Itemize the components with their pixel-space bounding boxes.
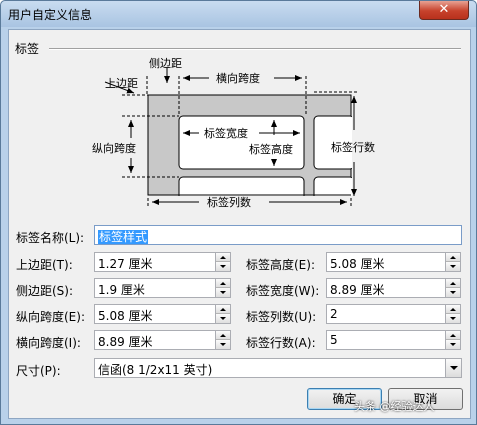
label-height-spinner[interactable] [445, 252, 461, 272]
spin-down-icon[interactable] [446, 288, 460, 297]
diagram-horizontal-pitch: 横向跨度 [216, 71, 260, 85]
watermark: 头条 @经验达人 [354, 400, 435, 413]
spin-down-icon[interactable] [216, 262, 230, 271]
label-columns-label: 标签列数(U): [246, 310, 317, 324]
top-margin-label: 上边距(T): [16, 258, 73, 272]
dialog-window: 用户自定义信息 ✕ 标签 侧边距 上边距 横向跨度 纵向跨度 标签宽度 标签高度… [0, 0, 477, 425]
size-value: 信函(8 1/2x11 英寸) [98, 363, 213, 377]
close-button[interactable]: ✕ [419, 1, 469, 20]
spin-up-icon[interactable] [446, 305, 460, 314]
diagram-label-rows: 标签行数 [331, 140, 375, 154]
label-name-input[interactable]: 标签样式 [94, 225, 462, 245]
dialog-body: 标签 侧边距 上边距 横向跨度 纵向跨度 标签宽度 标签高度 标签行数 标签列数… [8, 29, 471, 419]
window-title: 用户自定义信息 [8, 8, 93, 22]
spin-up-icon[interactable] [446, 253, 460, 262]
diagram-vertical-pitch: 纵向跨度 [92, 141, 136, 155]
spin-down-icon[interactable] [216, 314, 230, 323]
spin-down-icon[interactable] [446, 262, 460, 271]
label-rows-spinner[interactable] [445, 330, 461, 350]
side-margin-label: 侧边距(S): [16, 284, 74, 298]
label-rows-input[interactable]: 5 [326, 330, 446, 350]
label-width-input[interactable]: 8.89 厘米 [326, 278, 446, 298]
mask-bottom [139, 196, 369, 220]
spin-down-icon[interactable] [446, 314, 460, 323]
spin-up-icon[interactable] [446, 331, 460, 340]
horizontal-pitch-label: 横向跨度(I): [16, 336, 81, 350]
horizontal-pitch-input[interactable]: 8.89 厘米 [94, 330, 216, 350]
spin-down-icon[interactable] [216, 340, 230, 349]
spin-up-icon[interactable] [216, 253, 230, 262]
label-columns-spinner[interactable] [445, 304, 461, 324]
spin-up-icon[interactable] [446, 279, 460, 288]
label-name-value: 标签样式 [98, 230, 149, 244]
horizontal-pitch-spinner[interactable] [215, 330, 231, 350]
top-margin-spinner[interactable] [215, 252, 231, 272]
title-bar[interactable]: 用户自定义信息 ✕ [1, 1, 476, 27]
vertical-pitch-input[interactable]: 5.08 厘米 [94, 304, 216, 324]
side-margin-spinner[interactable] [215, 278, 231, 298]
size-select[interactable]: 信函(8 1/2x11 英寸) [94, 358, 462, 378]
diagram-label-height: 标签高度 [249, 142, 293, 156]
chevron-down-icon[interactable] [445, 359, 461, 377]
label-height-label: 标签高度(E): [246, 258, 315, 272]
diagram-label-columns: 标签列数 [207, 195, 251, 209]
label-layout-diagram: 侧边距 上边距 横向跨度 纵向跨度 标签宽度 标签高度 标签行数 标签列数 [92, 57, 375, 220]
diagram-label-width: 标签宽度 [204, 126, 248, 140]
spin-up-icon[interactable] [216, 279, 230, 288]
spin-down-icon[interactable] [446, 340, 460, 349]
label-rows-label: 标签行数(A): [246, 336, 316, 350]
label-name-label: 标签名称(L): [16, 231, 85, 245]
label-height-input[interactable]: 5.08 厘米 [326, 252, 446, 272]
label-width-spinner[interactable] [445, 278, 461, 298]
spin-down-icon[interactable] [216, 288, 230, 297]
vertical-pitch-spinner[interactable] [215, 304, 231, 324]
size-label: 尺寸(P): [16, 364, 61, 378]
diagram-top-margin: 上边距 [105, 77, 138, 90]
vertical-pitch-label: 纵向跨度(E): [16, 310, 85, 324]
side-margin-input[interactable]: 1.9 厘米 [94, 278, 216, 298]
label-width-label: 标签宽度(W): [246, 284, 320, 298]
label-columns-input[interactable]: 2 [326, 304, 446, 324]
spin-up-icon[interactable] [216, 331, 230, 340]
spin-up-icon[interactable] [216, 305, 230, 314]
diagram-side-margin: 侧边距 [149, 57, 182, 70]
top-margin-input[interactable]: 1.27 厘米 [94, 252, 216, 272]
